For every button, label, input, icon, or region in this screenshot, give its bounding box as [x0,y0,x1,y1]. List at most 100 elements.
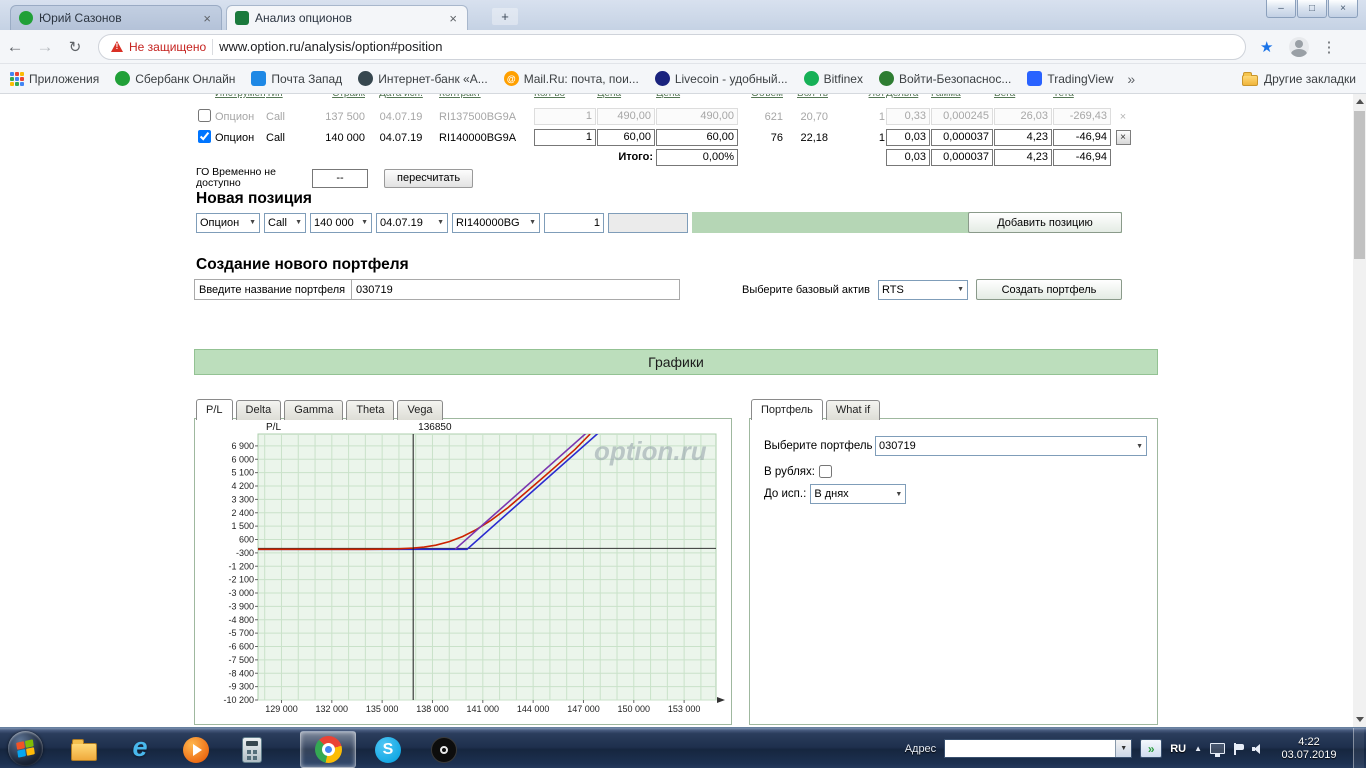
address-go-button[interactable]: » [1140,739,1163,758]
clock[interactable]: 4:22 03.07.2019 [1273,736,1345,762]
column-header[interactable]: Тип [266,94,302,99]
instrument-select[interactable]: Опцион ▼ [196,212,260,233]
column-header[interactable]: Цена [656,94,738,99]
column-header[interactable]: Контракт [437,94,533,99]
bookmark-item[interactable]: Почта Запад [251,71,342,86]
qty2-input[interactable] [608,212,688,233]
column-header[interactable]: Объем [739,94,783,99]
bookmarks-overflow-icon[interactable]: » [1127,71,1135,87]
minimize-button[interactable]: – [1266,0,1296,18]
bookmark-item[interactable]: Интернет-банк «А... [358,71,488,86]
chart-tab-gamma[interactable]: Gamma [284,400,344,420]
strike-select[interactable]: 140 000 ▼ [310,212,372,233]
cell-vega: 26,03 [994,108,1052,125]
chart-tab-vega[interactable]: Vega [397,400,443,420]
qty-input[interactable]: 1 [544,212,604,233]
cell-instrument: Опцион [215,110,255,123]
forward-button[interactable]: → [30,37,60,57]
delete-position-button[interactable]: × [1120,111,1126,123]
add-position-button[interactable]: Добавить позицию [968,212,1122,233]
column-header[interactable]: Цена [597,94,655,99]
language-indicator[interactable]: RU [1170,743,1186,755]
bookmark-star-icon[interactable]: ★ [1260,38,1273,56]
new-tab-button[interactable]: + [492,8,518,25]
scroll-up-icon[interactable] [1353,94,1366,109]
taskbar-app-icon[interactable] [416,731,472,768]
chart-tab-delta[interactable]: Delta [235,400,282,420]
recalc-button[interactable]: пересчитать [384,168,474,188]
omnibox[interactable]: Не защищено www.option.ru/analysis/optio… [98,33,1246,60]
portfolio-tab-1[interactable]: What if [825,400,881,420]
start-button[interactable] [8,731,43,766]
position-enabled-checkbox[interactable] [197,108,211,122]
profile-avatar[interactable] [1289,36,1310,57]
contract-select[interactable]: RI140000BG ▼ [452,212,540,233]
page-url[interactable]: www.option.ru/analysis/option#position [219,39,442,54]
create-portfolio-button[interactable]: Создать портфель [976,279,1122,300]
taskbar-chrome-icon[interactable] [300,731,356,768]
portfolio-tab-0[interactable]: Портфель [751,399,823,420]
base-asset-select[interactable]: RTS ▼ [878,279,968,300]
taskbar-mediaplayer-icon[interactable] [168,731,224,768]
column-header[interactable]: Страйк [303,94,365,99]
bookmark-label: Сбербанк Онлайн [135,71,236,86]
reload-button[interactable]: ↻ [60,38,90,56]
address-input[interactable]: ▼ [944,739,1133,758]
svg-text:5 100: 5 100 [231,468,254,478]
browser-tab-1[interactable]: Юрий Сазонов × [10,5,222,30]
taskbar-calculator-icon[interactable] [224,731,280,768]
page-scrollbar[interactable] [1353,94,1366,727]
totals-delta: 0,03 [886,148,930,166]
other-bookmarks-button[interactable]: Другие закладки [1242,71,1356,86]
delete-position-button[interactable]: × [1115,130,1131,145]
column-header[interactable]: Инструмент [215,94,265,99]
taskbar-explorer-icon[interactable] [56,731,112,768]
close-button[interactable]: × [1328,0,1358,18]
scroll-thumb[interactable] [1354,111,1365,259]
column-header[interactable]: Вега [994,94,1052,99]
rubles-checkbox[interactable] [818,465,832,478]
tab-close-icon[interactable]: × [201,11,213,26]
position-enabled-checkbox[interactable] [197,129,211,143]
security-warning-label[interactable]: Не защищено [129,40,206,54]
taskbar: Адрес ▼ » RU ▲ 4:22 03.07.2019 [0,727,1366,768]
maximize-button[interactable]: □ [1297,0,1327,18]
column-header[interactable]: Гамма [931,94,993,99]
back-button[interactable]: ← [0,37,30,57]
bookmark-item[interactable]: Сбербанк Онлайн [115,71,235,86]
bookmark-item[interactable]: Приложения [10,71,99,86]
pochta-favicon [251,71,267,86]
action-center-icon[interactable] [1233,742,1244,755]
chart-tab-pl[interactable]: P/L [196,399,233,420]
bookmark-item[interactable]: Войти-Безопаснос... [878,71,1011,86]
column-header[interactable]: Кол-во [534,94,596,99]
svg-text:1 500: 1 500 [231,521,254,531]
browser-tab-2[interactable]: Анализ опционов × [226,5,468,30]
portfolio-name-input[interactable]: 030719 [352,279,680,300]
hidden-icons-button[interactable]: ▲ [1194,744,1202,753]
taskbar-skype-icon[interactable] [360,731,416,768]
chevron-down-icon: ▼ [895,490,903,498]
column-header[interactable]: Тета [1053,94,1111,99]
chart-tab-theta[interactable]: Theta [346,400,395,420]
column-header[interactable]: Дата исп. [366,94,436,99]
expiry-select[interactable]: 04.07.19 ▼ [376,212,448,233]
browser-menu-icon[interactable]: ⋮ [1321,38,1336,56]
scroll-down-icon[interactable] [1353,712,1366,727]
days-select[interactable]: В днях ▼ [810,484,907,504]
column-header[interactable]: Дельта [886,94,930,99]
bookmark-item[interactable]: @ Mail.Ru: почта, пои... [503,71,639,86]
taskbar-ie-icon[interactable] [112,731,168,768]
portfolio-select[interactable]: 030719 ▼ [875,436,1147,456]
network-icon[interactable] [1210,743,1225,757]
tab-close-icon[interactable]: × [447,11,459,26]
chevron-down-icon[interactable]: ▼ [1115,740,1132,757]
column-header[interactable]: Вол-ть [784,94,828,99]
volume-icon[interactable] [1252,743,1265,755]
bookmark-item[interactable]: Bitfinex [803,71,863,86]
show-desktop-button[interactable] [1353,728,1364,768]
option-type-select[interactable]: Call ▼ [264,212,306,233]
bookmark-item[interactable]: Livecoin - удобный... [654,71,788,86]
bookmark-item[interactable]: TradingView [1027,71,1113,86]
column-header[interactable]: Лот [829,94,885,99]
